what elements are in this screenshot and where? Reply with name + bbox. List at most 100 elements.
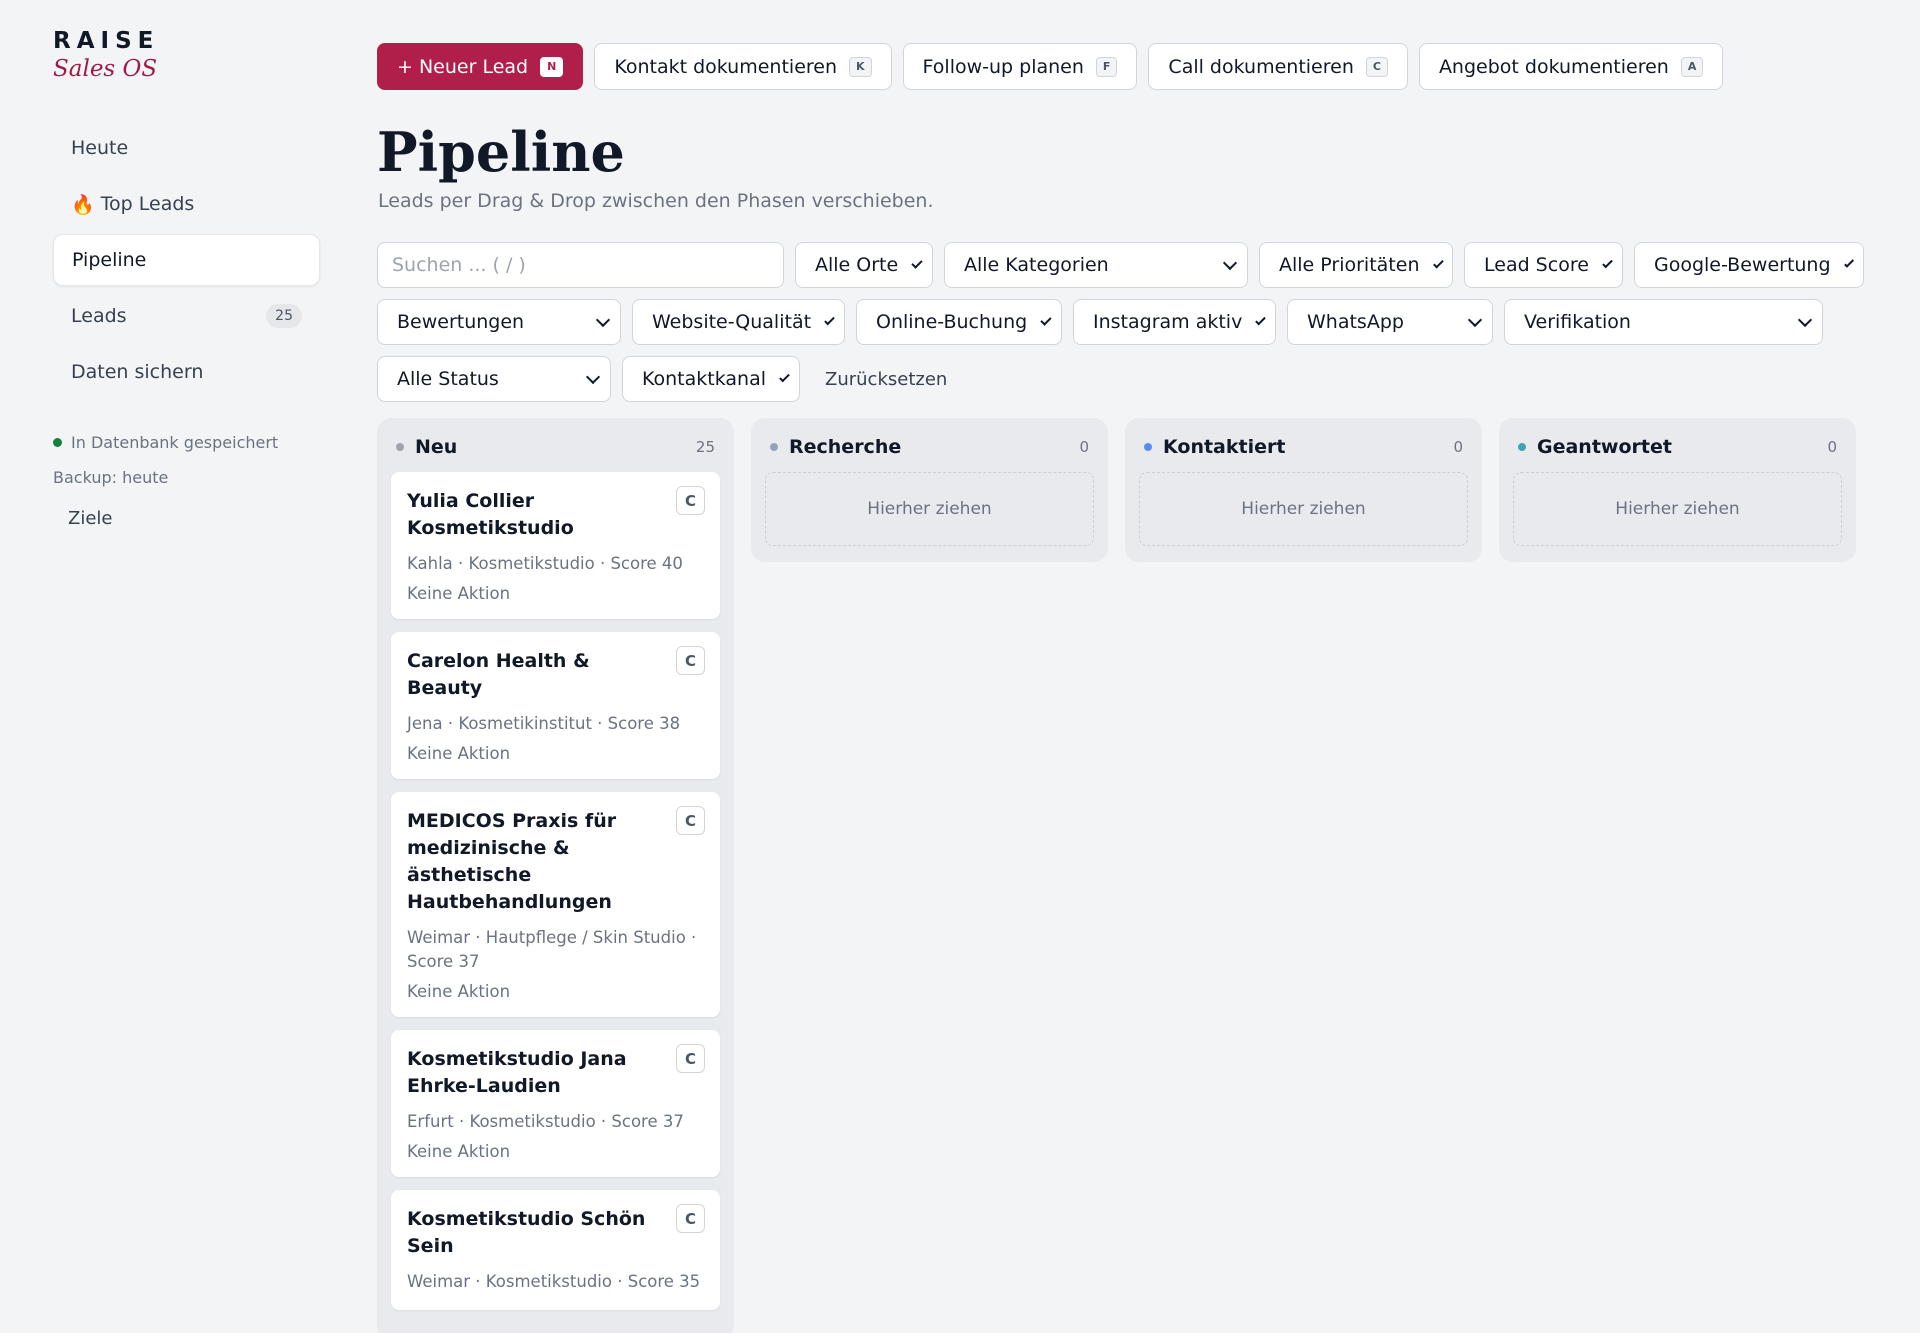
sidebar-item-label: Top Leads [100,193,195,215]
chevron-down-icon [1255,314,1266,325]
google-rating-filter[interactable]: Google-Bewertung [1634,242,1864,288]
quick-actions: + Neuer Lead N Kontakt dokumentieren K F… [377,43,1724,90]
select-value: Alle Kategorien [964,254,1109,276]
sidebar-item-pipeline[interactable]: Pipeline [53,234,320,286]
column-title-wrap: Recherche [770,436,901,458]
leads-count-badge: 25 [266,304,302,328]
sidebar-item-daten-sichern[interactable]: Daten sichern [53,346,320,398]
column-kontaktiert: Kontaktiert 0 Hierher ziehen [1125,418,1482,562]
lead-meta: Erfurt · Kosmetikstudio · Score 37 [407,1112,684,1131]
shortcut-key: K [849,56,872,77]
sidebar-item-leads[interactable]: Leads 25 [53,290,320,342]
sidebar-nav: Heute 🔥 Top Leads Pipeline Leads 25 Date… [53,122,320,402]
chevron-down-icon [585,369,601,384]
call-shortcut-button[interactable]: C [676,1044,705,1073]
call-shortcut-button[interactable]: C [676,1204,705,1233]
lead-meta: Jena · Kosmetikinstitut · Score 38 [407,714,681,733]
chevron-down-icon [1602,257,1613,268]
lead-title: Yulia Collier Kosmetikstudio [407,490,574,539]
online-booking-filter[interactable]: Online-Buchung [856,299,1062,345]
column-count: 0 [1079,438,1089,456]
lead-meta: Weimar · Kosmetikstudio · Score 35 [407,1272,701,1291]
website-quality-filter[interactable]: Website-Qualität [632,299,845,345]
column-count: 0 [1827,438,1837,456]
search-input[interactable] [377,242,784,288]
select-value: Instagram aktiv [1093,311,1243,333]
column-dot-icon [1144,443,1152,451]
select-value: Alle Status [397,368,499,390]
chevron-down-icon [1432,257,1443,268]
button-label: Angebot dokumentieren [1438,55,1669,78]
chevron-down-icon [779,371,790,382]
lead-title: MEDICOS Praxis für medizinische & ästhet… [407,810,617,913]
chevron-down-icon [1222,255,1238,270]
priority-filter[interactable]: Alle Prioritäten [1259,242,1453,288]
sidebar-item-heute[interactable]: Heute [53,122,320,174]
page-subtitle: Leads per Drag & Drop zwischen den Phase… [378,190,934,212]
verification-filter[interactable]: Verifikation [1504,299,1823,345]
lead-card[interactable]: Carelon Health & Beauty Jena · Kosmetiki… [391,632,720,779]
sidebar-item-label-wrap: 🔥 Top Leads [71,193,194,216]
column-title-wrap: Kontaktiert [1144,436,1285,458]
document-call-button[interactable]: Call dokumentieren C [1148,43,1408,90]
button-label: Follow-up planen [922,55,1084,78]
whatsapp-filter[interactable]: WhatsApp [1287,299,1493,345]
new-lead-button[interactable]: + Neuer Lead N [377,43,584,90]
document-contact-button[interactable]: Kontakt dokumentieren K [594,43,892,90]
sidebar-item-label: Leads [71,305,127,327]
column-header: Recherche 0 [765,432,1094,462]
drop-zone[interactable]: Hierher ziehen [765,472,1094,546]
chevron-down-icon [1040,313,1052,326]
column-neu: Neu 25 Yulia Collier Kosmetikstudio Kahl… [377,418,734,1333]
drop-zone[interactable]: Hierher ziehen [1139,472,1468,546]
lead-card[interactable]: MEDICOS Praxis für medizinische & ästhet… [391,792,720,1017]
column-title: Geantwortet [1537,436,1672,458]
lead-card[interactable]: Yulia Collier Kosmetikstudio Kahla · Kos… [391,472,720,619]
sidebar-item-label: Pipeline [72,249,147,271]
shortcut-key: A [1680,56,1704,77]
chevron-down-icon [1797,312,1813,327]
sidebar-item-top-leads[interactable]: 🔥 Top Leads [53,178,320,230]
sidebar-item-label: Daten sichern [71,361,204,383]
select-value: Lead Score [1484,254,1589,276]
column-recherche: Recherche 0 Hierher ziehen [751,418,1108,562]
select-value: Alle Orte [815,254,899,276]
backup-status: Backup: heute [53,468,169,487]
reviews-filter[interactable]: Bewertungen [377,299,621,345]
column-dot-icon [1518,443,1526,451]
status-filter[interactable]: Alle Status [377,356,611,402]
column-title: Recherche [789,436,902,458]
select-value: Alle Prioritäten [1279,254,1420,276]
select-value: Verifikation [1524,311,1631,333]
drop-zone[interactable]: Hierher ziehen [1513,472,1842,546]
lead-score-filter[interactable]: Lead Score [1464,242,1623,288]
lead-next-action: Keine Aktion [407,584,511,603]
page-title: Pipeline [377,120,625,184]
contact-channel-filter[interactable]: Kontaktkanal [622,356,800,402]
chevron-down-icon [824,314,835,325]
column-title: Kontaktiert [1163,436,1286,458]
call-shortcut-button[interactable]: C [676,646,705,675]
call-shortcut-button[interactable]: C [676,806,705,835]
select-value: Website-Qualität [652,311,812,333]
reset-filters-button[interactable]: Zurücksetzen [811,369,961,390]
lead-meta: Weimar · Hautpflege / Skin Studio · Scor… [407,928,697,971]
category-filter[interactable]: Alle Kategorien [944,242,1248,288]
sidebar: RAISE Sales OS Heute 🔥 Top Leads Pipelin… [0,0,340,1333]
document-offer-button[interactable]: Angebot dokumentieren A [1418,43,1724,90]
goals-link[interactable]: Ziele [68,508,112,529]
lead-card[interactable]: Kosmetikstudio Jana Ehrke-Laudien Erfurt… [391,1030,720,1177]
location-filter[interactable]: Alle Orte [795,242,933,288]
button-label: Kontakt dokumentieren [614,55,838,78]
call-shortcut-button[interactable]: C [676,486,705,515]
column-count: 0 [1453,438,1463,456]
lead-title: Kosmetikstudio Schön Sein [407,1208,646,1257]
lead-next-action: Keine Aktion [407,1142,511,1161]
chevron-down-icon [911,256,923,269]
instagram-filter[interactable]: Instagram aktiv [1073,299,1276,345]
lead-card[interactable]: Kosmetikstudio Schön Sein Weimar · Kosme… [391,1190,720,1310]
chevron-down-icon [595,312,611,327]
pipeline-board: Neu 25 Yulia Collier Kosmetikstudio Kahl… [377,418,1856,1333]
column-header: Neu 25 [391,432,720,462]
plan-follow-up-button[interactable]: Follow-up planen F [902,43,1138,90]
